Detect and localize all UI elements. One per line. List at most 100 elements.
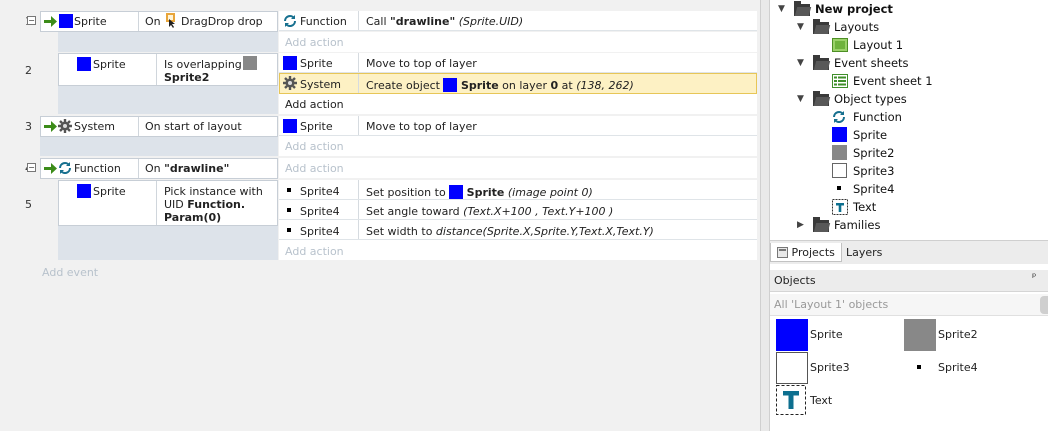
object-item[interactable]: Sprite3	[810, 361, 850, 374]
function-icon	[59, 162, 71, 174]
sprite4-icon	[287, 208, 291, 212]
add-event-link[interactable]: Add event	[42, 266, 98, 279]
add-action-link[interactable]: Add action	[285, 36, 344, 49]
text-object-icon	[832, 199, 848, 215]
sprite2-icon	[243, 56, 257, 70]
event-number: 3	[25, 120, 32, 133]
function-icon	[284, 15, 296, 27]
add-action-row[interactable]	[279, 94, 757, 114]
pin-icon[interactable]: ᵖ	[1032, 272, 1036, 283]
objects-filter[interactable]: All 'Layout 1' objects	[770, 294, 1048, 316]
action-row[interactable]	[279, 53, 757, 73]
condition-object-label: Sprite	[74, 15, 107, 28]
action-object-label: Sprite	[300, 120, 333, 133]
tree-root[interactable]: New project	[815, 2, 893, 16]
action-text: Set position to Sprite (image point 0)	[366, 185, 593, 199]
chevron-down-icon[interactable]: ▼	[797, 94, 804, 104]
action-object-label: Function	[300, 15, 347, 28]
bottom-tabs: Projects Layers	[770, 240, 1048, 264]
function-icon	[833, 111, 845, 123]
layout-icon	[832, 38, 848, 52]
tree-item-object[interactable]: Text	[853, 200, 876, 214]
add-action-row[interactable]	[279, 158, 757, 178]
sprite-icon	[283, 56, 297, 70]
collapse-toggle[interactable]: −	[27, 16, 36, 25]
tree-item-object[interactable]: Sprite2	[853, 146, 894, 160]
system-gear-icon	[58, 119, 72, 133]
action-row[interactable]	[279, 116, 757, 136]
action-object-label: Sprite4	[300, 225, 340, 238]
tree-item-object[interactable]: Sprite	[853, 128, 887, 142]
condition-label: Pick instance with	[164, 185, 263, 198]
add-action-link[interactable]: Add action	[285, 245, 344, 258]
tree-folder-event-sheets[interactable]: Event sheets	[834, 56, 909, 70]
system-gear-icon	[283, 76, 297, 90]
trigger-arrow-icon	[44, 121, 57, 132]
condition-label: On start of layout	[145, 120, 242, 133]
objects-filter-label: All 'Layout 1' objects	[774, 298, 889, 311]
sprite-icon	[59, 14, 73, 28]
tree-item-object[interactable]: Sprite3	[853, 164, 894, 178]
tree-folder-object-types[interactable]: Object types	[834, 92, 907, 106]
tree-item-event-sheet1[interactable]: Event sheet 1	[853, 74, 933, 88]
action-object-label: Sprite4	[300, 205, 340, 218]
event-number: 5	[25, 198, 32, 211]
trigger-arrow-icon	[44, 16, 57, 27]
condition-param: Sprite2	[164, 71, 210, 84]
add-action-link[interactable]: Add action	[285, 98, 344, 111]
condition-object-label: Sprite	[93, 185, 126, 198]
action-object-label: System	[300, 78, 342, 91]
objects-panel: Objects ᵖ All 'Layout 1' objects Sprite …	[770, 264, 1048, 431]
tab-projects[interactable]: Projects	[770, 243, 842, 262]
add-action-row[interactable]	[279, 240, 757, 260]
tab-layers[interactable]: Layers	[840, 243, 888, 262]
event-number: 2	[25, 64, 32, 77]
add-action-row[interactable]	[279, 136, 757, 156]
sprite3-icon	[776, 352, 808, 384]
sprite-icon	[77, 184, 91, 198]
event-sheet-icon	[832, 74, 848, 88]
action-text: Move to top of layer	[366, 57, 477, 70]
sprite4-icon	[287, 228, 291, 232]
object-item[interactable]: Sprite4	[938, 361, 978, 374]
object-item[interactable]: Text	[810, 394, 832, 407]
chevron-down-icon[interactable]: ▼	[797, 58, 804, 68]
condition-label: On "drawline"	[145, 162, 230, 175]
action-object-label: Sprite4	[300, 185, 340, 198]
chevron-right-icon[interactable]: ▶	[797, 220, 804, 230]
sprite3-icon	[832, 163, 847, 178]
condition-object-label: Sprite	[93, 58, 126, 71]
action-text: Move to top of layer	[366, 120, 477, 133]
action-object-label: Sprite	[300, 57, 333, 70]
sprite-icon	[776, 319, 808, 351]
tree-item-object[interactable]: Sprite4	[853, 182, 894, 196]
event-sheet[interactable]: 1 − Sprite On DragDrop drop Function Cal…	[0, 0, 760, 431]
tree-item-layout1[interactable]: Layout 1	[853, 38, 903, 52]
sprite-icon	[443, 78, 458, 92]
tree-item-object[interactable]: Function	[853, 110, 902, 124]
object-item[interactable]: Sprite	[810, 328, 843, 341]
trigger-arrow-icon	[44, 163, 57, 174]
add-action-link[interactable]: Add action	[285, 140, 344, 153]
sprite-icon	[832, 127, 847, 142]
tree-folder-layouts[interactable]: Layouts	[834, 20, 879, 34]
collapse-toggle[interactable]: −	[27, 163, 36, 172]
text-object-icon	[776, 385, 806, 415]
add-action-row[interactable]	[279, 32, 757, 52]
action-text: Create object Sprite on layer 0 at (138,…	[366, 78, 634, 92]
drag-drop-icon	[166, 13, 175, 28]
object-item[interactable]: Sprite2	[938, 328, 978, 341]
objects-panel-header: Objects ᵖ	[770, 270, 1048, 292]
tab-projects-label: Projects	[791, 246, 835, 259]
chevron-down-icon[interactable]: ▼	[778, 4, 785, 14]
panel-splitter[interactable]	[760, 0, 770, 431]
chevron-down-icon[interactable]: ▼	[797, 22, 804, 32]
action-text: Set angle toward (Text.X+100 , Text.Y+10…	[366, 205, 614, 218]
tree-folder-families[interactable]: Families	[834, 218, 880, 232]
sprite-icon	[77, 57, 91, 71]
folder-icon	[813, 19, 829, 34]
add-action-link[interactable]: Add action	[285, 162, 344, 175]
folder-icon	[813, 217, 829, 232]
folder-icon	[813, 55, 829, 70]
filter-scroll-handle[interactable]	[1040, 296, 1048, 314]
